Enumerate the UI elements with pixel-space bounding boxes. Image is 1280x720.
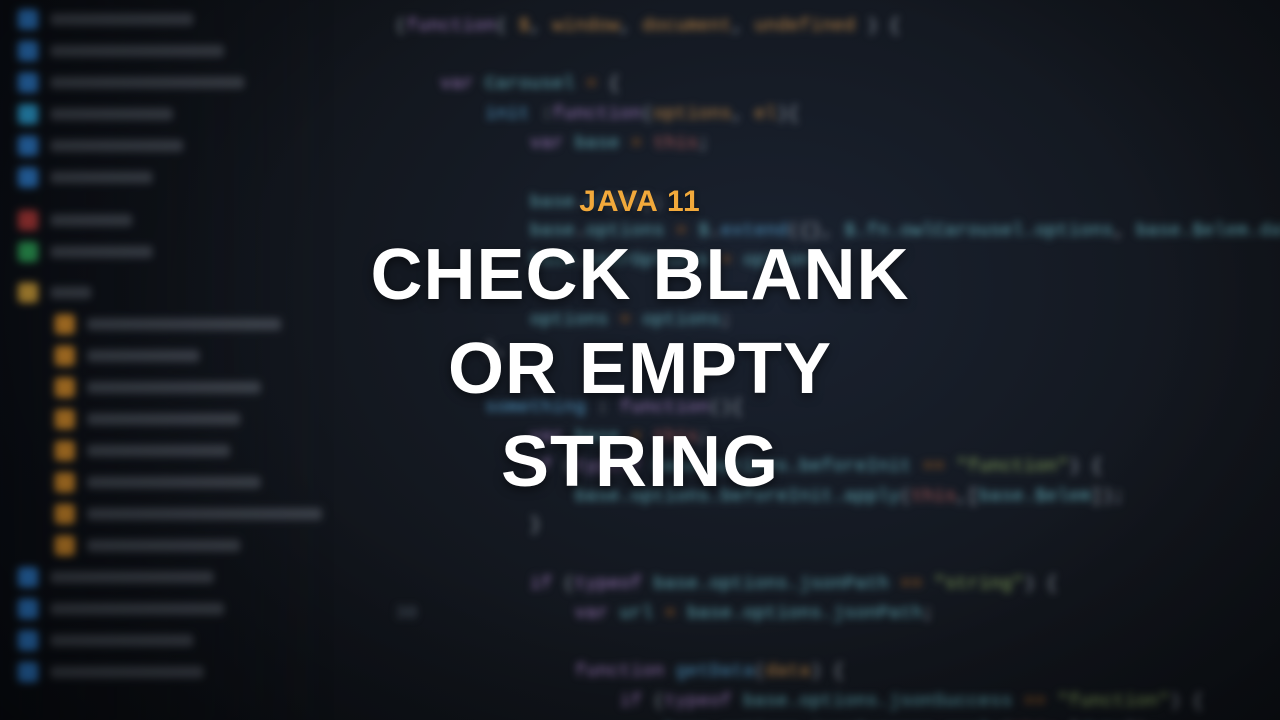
hero-image: (function( $, window, document, undefine…: [0, 0, 1280, 720]
code-panel: (function( $, window, document, undefine…: [395, 0, 1280, 720]
blurred-editor-background: (function( $, window, document, undefine…: [0, 0, 1280, 720]
sidebar-file-tree: [0, 0, 334, 720]
